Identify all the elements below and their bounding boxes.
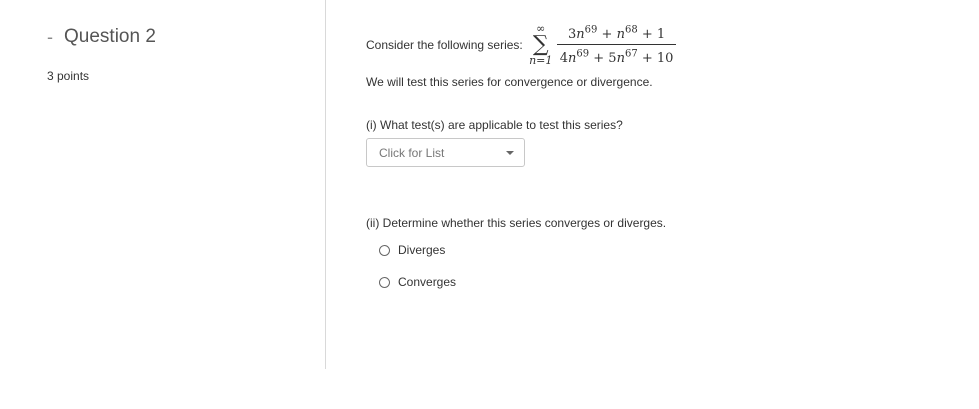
summation: ∞ ∑ n=1 [527,23,555,67]
series-intro: Consider the following series: [366,37,523,52]
series-statement: Consider the following series: ∞ ∑ n=1 3… [366,22,677,68]
sigma-icon: ∑ [532,31,549,57]
fraction-denominator: 4n69 + 5n67 + 10 [559,48,674,66]
option-label: Diverges [398,243,446,257]
series-formula: ∞ ∑ n=1 3n69 + n68 + 1 4n69 + 5n67 + 10 [527,22,677,68]
tests-dropdown[interactable]: Click for List [366,138,525,167]
chevron-down-icon [506,150,514,155]
option-converges[interactable]: Converges [379,275,456,289]
series-fraction: 3n69 + n68 + 1 4n69 + 5n67 + 10 [556,22,677,68]
part1-prompt: (i) What test(s) are applicable to test … [366,118,623,132]
collapse-toggle-icon[interactable]: - [47,26,61,48]
instruction-text: We will test this series for convergence… [366,75,653,89]
question-points: 3 points [47,69,90,83]
part2-prompt: (ii) Determine whether this series conve… [366,216,667,230]
question-sidebar: - Question 2 3 points [0,0,326,369]
option-diverges[interactable]: Diverges [379,243,445,257]
question-header: - Question 2 [47,26,156,48]
dropdown-placeholder: Click for List [379,145,445,160]
option-label: Converges [398,275,457,289]
fraction-numerator: 3n69 + n68 + 1 [568,25,666,43]
sum-lower-limit: n=1 [529,53,553,67]
radio-converges[interactable] [379,276,390,288]
radio-diverges[interactable] [379,244,390,256]
question-title: Question 2 [64,26,156,47]
